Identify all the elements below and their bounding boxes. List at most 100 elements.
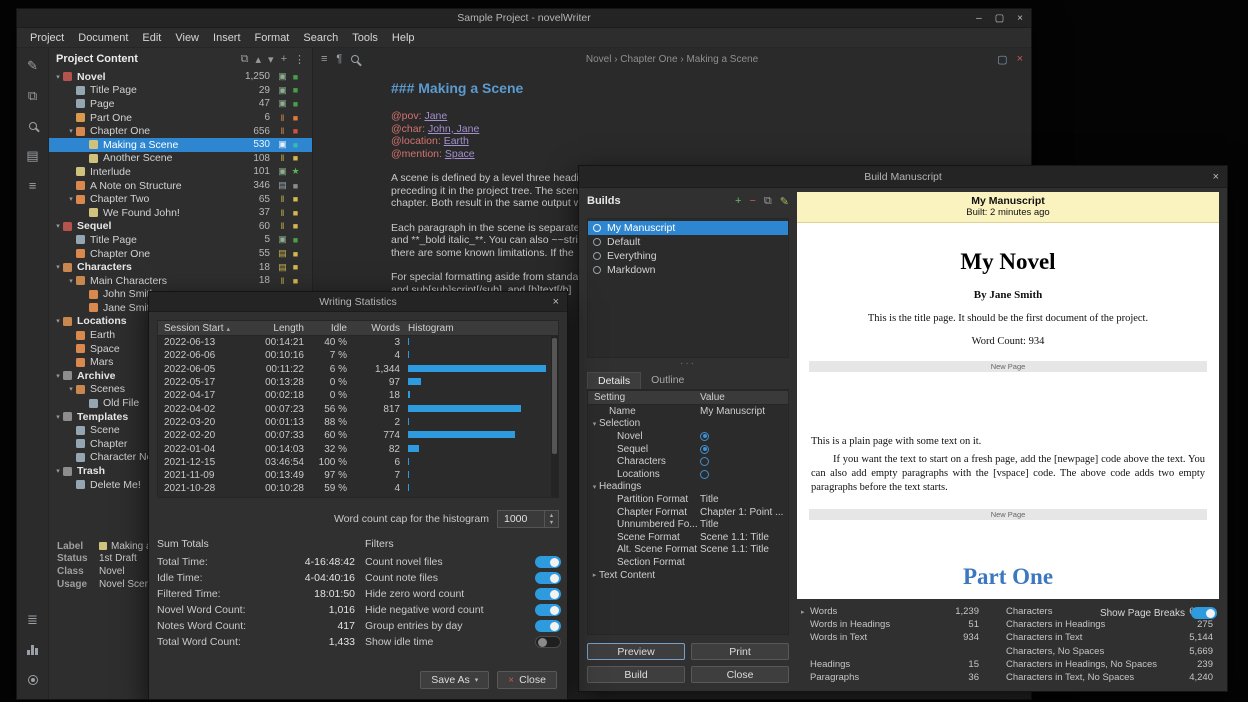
keyword-value[interactable]: Jane	[424, 110, 447, 122]
word-cap-spinner[interactable]: 1000 ▲▼	[497, 510, 559, 528]
add-item-icon[interactable]: +	[281, 53, 287, 65]
editor-menu-icon[interactable]: ≡	[321, 53, 327, 65]
setting-row[interactable]: ▸Text Content	[588, 569, 788, 582]
session-row[interactable]: 2022-01-0400:14:0332 %82	[158, 442, 558, 455]
tree-expand-icon[interactable]: ▾	[66, 195, 76, 203]
tree-expand-icon[interactable]: ▾	[53, 263, 63, 271]
search-icon[interactable]	[29, 122, 37, 130]
setting-expand-icon[interactable]: ▾	[590, 420, 599, 428]
settings-icon[interactable]	[28, 675, 38, 685]
setting-row[interactable]: Partition FormatTitle	[588, 493, 788, 506]
tree-expand-icon[interactable]: ▾	[53, 73, 63, 81]
tree-item[interactable]: ▾Novel1,250▣■	[49, 70, 312, 84]
spin-up-icon[interactable]: ▲	[549, 513, 554, 519]
build-button[interactable]: Build	[587, 666, 685, 683]
tree-item[interactable]: ▾Main Characters18‖■	[49, 274, 312, 288]
keyword-value[interactable]: Earth	[444, 135, 469, 147]
filter-toggle[interactable]	[535, 620, 561, 632]
idle-header[interactable]: Idle	[304, 323, 347, 334]
session-row[interactable]: 2022-03-2000:01:1388 %2	[158, 416, 558, 429]
setting-expand-icon[interactable]: ▾	[590, 483, 599, 491]
filter-toggle[interactable]	[535, 588, 561, 600]
tree-expand-icon[interactable]: ▾	[53, 413, 63, 421]
tree-item[interactable]: Interlude101▣★	[49, 165, 312, 179]
setting-row[interactable]: NameMy Manuscript	[588, 405, 788, 418]
length-header[interactable]: Length	[248, 323, 304, 334]
setting-expand-icon[interactable]: ▸	[590, 571, 599, 579]
save-as-button[interactable]: Save As▾	[420, 671, 489, 689]
filter-toggle[interactable]	[535, 572, 561, 584]
tree-expand-icon[interactable]: ▾	[66, 385, 76, 393]
add-build-icon[interactable]: +	[735, 195, 741, 207]
keyword-value[interactable]: John, Jane	[428, 123, 479, 135]
filter-toggle[interactable]	[535, 604, 561, 616]
manuscript-preview[interactable]: My Manuscript Built: 2 minutes ago My No…	[797, 192, 1219, 599]
format-icon[interactable]: ¶	[336, 53, 342, 65]
remove-build-icon[interactable]: −	[749, 195, 755, 207]
menu-edit[interactable]: Edit	[135, 32, 168, 44]
print-button[interactable]: Print	[691, 643, 789, 660]
setting-row[interactable]: ▾Selection	[588, 418, 788, 431]
setting-row[interactable]: Characters	[588, 455, 788, 468]
close-document-icon[interactable]: ×	[1017, 53, 1023, 66]
tree-item[interactable]: Title Page29▣■	[49, 84, 312, 98]
close-button[interactable]: ×	[1017, 13, 1023, 24]
main-titlebar[interactable]: Sample Project - novelWriter – ▢ ×	[17, 9, 1031, 28]
scrollbar-thumb[interactable]	[552, 338, 557, 454]
tab-outline[interactable]: Outline	[641, 372, 694, 389]
filter-toggle[interactable]	[535, 556, 561, 568]
export-icon[interactable]: ⧉	[28, 88, 37, 103]
tree-expand-icon[interactable]: ▾	[53, 467, 63, 475]
search-icon[interactable]	[351, 55, 359, 63]
tree-expand-icon[interactable]: ▾	[53, 222, 63, 230]
tree-item[interactable]: Part One6‖■	[49, 111, 312, 125]
session-row[interactable]: 2022-04-0200:07:2356 %817	[158, 402, 558, 415]
radio-unselected[interactable]	[700, 470, 709, 479]
radio-unselected[interactable]	[700, 457, 709, 466]
histogram-header[interactable]: Histogram	[400, 323, 549, 334]
session-row[interactable]: 2022-04-1700:02:180 %18	[158, 389, 558, 402]
tree-item[interactable]: A Note on Structure346▤■	[49, 179, 312, 193]
stats-close-button-bottom[interactable]: ×Close	[497, 671, 557, 689]
stat-expand-icon[interactable]: ▸	[801, 608, 810, 616]
build-list-item[interactable]: Default	[588, 235, 788, 249]
build-close-button[interactable]: ×	[1213, 171, 1219, 183]
session-row[interactable]: 2022-06-0600:10:167 %4	[158, 349, 558, 362]
tree-item[interactable]: Making a Scene530▣■	[49, 138, 312, 152]
setting-row[interactable]: Chapter FormatChapter 1: Point ...	[588, 506, 788, 519]
setting-row[interactable]: Scene FormatScene 1.1: Title	[588, 531, 788, 544]
menu-project[interactable]: Project	[23, 32, 71, 44]
expand-all-icon[interactable]: ⧉	[241, 53, 249, 66]
spin-down-icon[interactable]: ▼	[549, 520, 554, 526]
setting-row[interactable]: Alt. Scene FormatScene 1.1: Title	[588, 544, 788, 557]
maximize-button[interactable]: ▢	[995, 13, 1004, 24]
setting-row[interactable]: ▾Headings	[588, 481, 788, 494]
session-row[interactable]: 2021-12-1503:46:54100 %6	[158, 456, 558, 469]
list-icon[interactable]: ≣	[27, 612, 38, 627]
setting-row[interactable]: Section Format	[588, 556, 788, 569]
copy-build-icon[interactable]: ⧉	[764, 195, 772, 208]
stats-close-button[interactable]: ×	[553, 296, 559, 308]
tab-details[interactable]: Details	[587, 372, 641, 389]
tree-item[interactable]: Page47▣■	[49, 97, 312, 111]
splitter-handle[interactable]: ···	[587, 360, 789, 368]
setting-row[interactable]: Locations	[588, 468, 788, 481]
session-row[interactable]: 2022-06-1300:14:2140 %3	[158, 336, 558, 349]
minimize-button[interactable]: –	[976, 13, 982, 24]
stats-icon[interactable]	[27, 644, 38, 655]
menu-insert[interactable]: Insert	[206, 32, 248, 44]
tree-item[interactable]: ▾Chapter Two65‖■	[49, 192, 312, 206]
setting-row[interactable]: Sequel	[588, 443, 788, 456]
session-row[interactable]: 2021-10-2800:10:2859 %4	[158, 482, 558, 495]
build-list-item[interactable]: Markdown	[588, 263, 788, 277]
tree-item[interactable]: ▾Chapter One656‖■	[49, 124, 312, 138]
menu-tools[interactable]: Tools	[345, 32, 385, 44]
tree-expand-icon[interactable]: ▾	[66, 277, 76, 285]
edit-icon[interactable]: ✎	[27, 58, 38, 73]
tree-expand-icon[interactable]: ▾	[53, 317, 63, 325]
tree-item[interactable]: Another Scene108‖■	[49, 152, 312, 166]
page-breaks-toggle[interactable]	[1191, 607, 1217, 619]
menu-help[interactable]: Help	[385, 32, 422, 44]
tree-item[interactable]: ▾Characters18▤■	[49, 260, 312, 274]
tree-item[interactable]: Title Page5▣■	[49, 233, 312, 247]
